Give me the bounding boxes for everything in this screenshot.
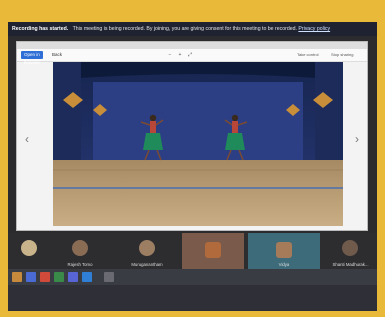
next-slide-icon[interactable]: › xyxy=(355,132,359,146)
participant-tile[interactable]: Rajesh Tomo xyxy=(52,233,108,269)
privacy-policy-link[interactable]: Privacy policy xyxy=(298,26,330,32)
previous-slide-icon[interactable]: ‹ xyxy=(25,132,29,146)
recording-title: Recording has started. xyxy=(12,26,69,32)
back-button[interactable]: Back xyxy=(49,51,65,59)
participant-video-tile[interactable]: Vidya xyxy=(248,233,320,269)
stop-sharing-button[interactable]: Stop sharing xyxy=(331,51,353,59)
avatar xyxy=(139,240,155,256)
open-in-browser-button[interactable]: Open in browser xyxy=(21,51,43,65)
taskbar xyxy=(8,269,377,285)
folder-icon[interactable] xyxy=(12,272,22,282)
shared-toolbar: Open in browser Back − + ⤢ Take control … xyxy=(17,49,367,65)
avatar xyxy=(342,240,358,256)
participant-video xyxy=(205,242,221,258)
take-control-button[interactable]: Take control xyxy=(297,51,319,59)
recording-banner: Recording has started. This meeting is b… xyxy=(8,22,377,36)
app-icon[interactable] xyxy=(104,272,114,282)
app-icon[interactable] xyxy=(54,272,64,282)
participant-name: Muruganantham xyxy=(131,262,163,267)
participant-video xyxy=(276,242,292,258)
recording-message: This meeting is being recorded. By joini… xyxy=(72,26,297,32)
shared-window-titlebar xyxy=(17,42,367,49)
zoom-out-icon[interactable]: − xyxy=(167,52,173,58)
dance-performance-image xyxy=(53,62,343,226)
participant-tile[interactable] xyxy=(12,233,46,269)
avatar xyxy=(21,240,37,256)
participant-tile[interactable]: Muruganantham xyxy=(116,233,178,269)
fullscreen-icon[interactable]: ⤢ xyxy=(187,52,193,58)
teams-icon[interactable] xyxy=(68,272,78,282)
zoom-in-icon[interactable]: + xyxy=(177,52,183,58)
window-footer xyxy=(8,285,377,311)
app-icon[interactable] xyxy=(82,272,92,282)
shared-screen: Open in browser Back − + ⤢ Take control … xyxy=(16,41,368,231)
participant-strip: Rajesh Tomo Muruganantham Vidya Shanti M… xyxy=(8,233,377,269)
participant-name: Rajesh Tomo xyxy=(67,262,93,267)
participant-name: Shanti Madhurak... xyxy=(332,262,369,267)
participant-tile[interactable]: Shanti Madhurak... xyxy=(324,233,377,269)
app-icon[interactable] xyxy=(40,272,50,282)
participant-video-tile[interactable] xyxy=(182,233,244,269)
participant-name: Vidya xyxy=(278,262,290,267)
avatar xyxy=(72,240,88,256)
app-icon[interactable] xyxy=(26,272,36,282)
